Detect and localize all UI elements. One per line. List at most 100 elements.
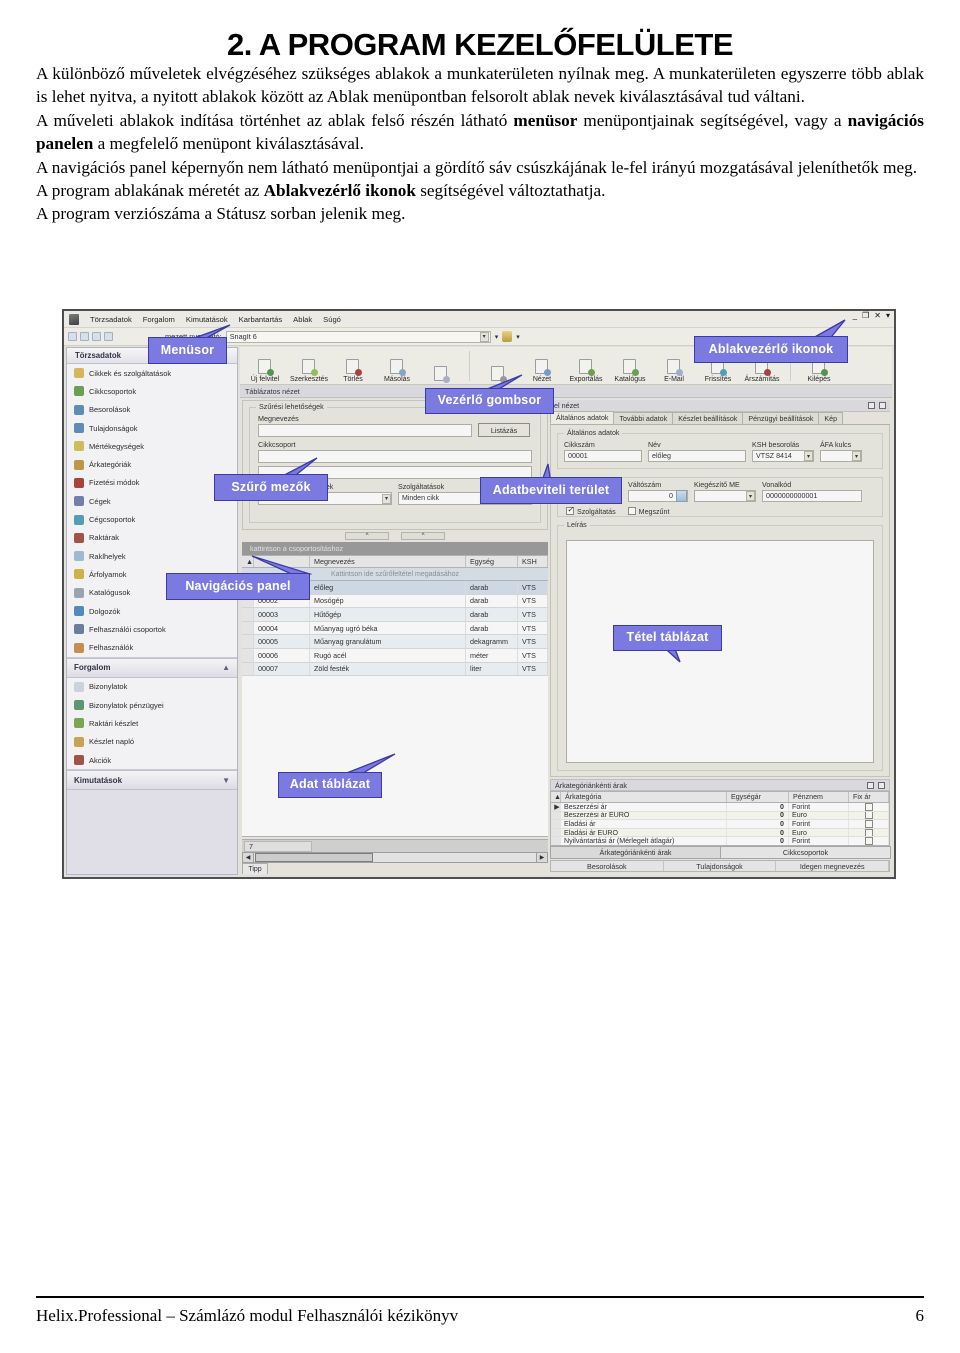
nav-item-14[interactable]: Felhasználói csoportok xyxy=(67,620,237,638)
toolbar-button-t-rl-s[interactable]: Törlés xyxy=(331,347,375,384)
status-tab-tipp[interactable]: Tipp xyxy=(242,863,268,874)
field-vonalkod-input[interactable]: 0000000000001 xyxy=(762,490,862,502)
price-row[interactable]: Beszerzési ár EURO 0 Euro xyxy=(551,811,889,821)
menu-item-torzsadatok[interactable]: Törzsadatok xyxy=(90,315,132,324)
checkbox-icon[interactable] xyxy=(864,828,873,837)
field-kiegeszito-select[interactable]: ▾ xyxy=(694,490,756,502)
checkbox-megszunt[interactable]: Megszűnt xyxy=(627,507,669,516)
nav-group-item-0-3[interactable]: Készlet napló xyxy=(67,733,237,751)
table-row[interactable]: 00006 Rugó acél méter VTS xyxy=(242,648,548,663)
printer-dropdown-extra[interactable]: ▾ xyxy=(495,333,499,341)
cell-fix[interactable] xyxy=(849,837,889,845)
nav-item-13[interactable]: Dolgozók xyxy=(67,602,237,620)
bottom-tabs[interactable]: Árkategóriánkénti árak Cikkcsoportok xyxy=(550,846,891,859)
grid-col-egyseg[interactable]: Egység xyxy=(466,556,518,567)
close-icon[interactable]: ✕ xyxy=(874,312,881,320)
pin-panel-icon[interactable] xyxy=(879,402,886,409)
toolbar-button--j-felvitel[interactable]: Új felvitel xyxy=(243,347,287,384)
chevron-down-icon[interactable]: ▾ xyxy=(746,491,755,501)
spinner-icon[interactable] xyxy=(676,490,687,502)
cell-fix[interactable] xyxy=(849,828,889,837)
field-nev-input[interactable]: előleg xyxy=(648,450,746,462)
nav-item-8[interactable]: Cégcsoportok xyxy=(67,510,237,528)
nav-item-0[interactable]: Cikkek és szolgáltatások xyxy=(67,364,237,382)
nav-item-1[interactable]: Cikkcsoportok xyxy=(67,382,237,400)
table-row[interactable]: 00003 Hűtőgép darab VTS xyxy=(242,608,548,622)
pin-panel-icon[interactable] xyxy=(878,781,885,789)
checkbox-icon[interactable] xyxy=(864,803,873,811)
detail-tab-1[interactable]: További adatok xyxy=(613,412,674,424)
price-col-arkategoria[interactable]: Árkategória xyxy=(561,792,727,802)
nav-group-0[interactable]: Forgalom ▲ xyxy=(67,657,237,678)
checkbox-icon[interactable] xyxy=(864,837,873,845)
printer-select[interactable]: SnagIt 6 ▾ xyxy=(225,330,491,343)
toolbar-button-e-mail[interactable]: E-Mail xyxy=(652,347,696,384)
quick-icon-2[interactable] xyxy=(80,332,89,341)
filter-name-input[interactable] xyxy=(258,424,472,437)
scroll-right-icon[interactable]: ▶ xyxy=(536,853,547,862)
shield-dropdown[interactable]: ▾ xyxy=(516,333,520,341)
nav-item-10[interactable]: Raklhelyek xyxy=(67,547,237,565)
table-row[interactable]: 00007 Zöld festék liter VTS xyxy=(242,662,548,677)
restore-panel-icon[interactable] xyxy=(868,402,875,409)
bottom-tab-0[interactable]: Árkategóriánkénti árak xyxy=(550,846,721,859)
checkbox-icon-unchecked[interactable] xyxy=(627,507,636,515)
shield-icon[interactable] xyxy=(502,331,513,342)
restore-panel-icon[interactable] xyxy=(867,781,874,789)
nav-group-item-0-4[interactable]: Akciók xyxy=(67,751,237,769)
horizontal-scrollbar[interactable]: ◀ ▶ xyxy=(242,852,548,863)
nav-group-1[interactable]: Kimutatások ▼ xyxy=(67,770,237,791)
sub-tab-1[interactable]: Tulajdonságok xyxy=(664,861,777,871)
description-textarea[interactable] xyxy=(566,540,874,763)
nav-item-15[interactable]: Felhasználók xyxy=(67,638,237,656)
detail-tab-2[interactable]: Készlet beállítások xyxy=(672,412,744,424)
list-button[interactable]: Listázás xyxy=(478,423,530,437)
table-row[interactable]: 00004 Műanyag ugró béka darab VTS xyxy=(242,621,548,636)
price-col-egysegar[interactable]: Egységár xyxy=(727,792,789,802)
navigation-panel[interactable]: Törzsadatok Cikkek és szolgáltatások Cikk… xyxy=(66,347,238,875)
detail-tab-4[interactable]: Kép xyxy=(818,412,844,424)
price-col-penznem[interactable]: Pénznem xyxy=(789,792,849,802)
field-valtoszam-input[interactable]: 0 xyxy=(628,490,688,502)
cell-fix[interactable] xyxy=(849,820,889,828)
collapse-up-icon[interactable]: ^ xyxy=(345,532,389,540)
field-cikkszam-input[interactable]: 00001 xyxy=(564,450,642,462)
checkbox-icon[interactable] xyxy=(864,811,873,820)
chevron-down-icon[interactable]: ▾ xyxy=(886,312,890,320)
sub-tab-0[interactable]: Besorolások xyxy=(551,861,664,871)
chevron-down-icon[interactable]: ▾ xyxy=(804,451,813,461)
price-col-fixar[interactable]: Fix ár xyxy=(849,792,889,802)
quick-icon-3[interactable] xyxy=(92,332,101,341)
price-row[interactable]: ▶ Beszerzési ár 0 Forint xyxy=(551,803,889,812)
field-afa-select[interactable]: ▾ xyxy=(820,450,862,462)
toolbar-button-m-sol-s[interactable]: Másolás xyxy=(375,347,419,384)
toolbar-button-szerkeszt-s[interactable]: Szerkesztés xyxy=(287,347,331,384)
chevron-down-icon[interactable]: ▾ xyxy=(382,493,391,504)
nav-group-item-0-0[interactable]: Bizonylatok xyxy=(67,678,237,696)
chevron-down-icon[interactable]: ▼ xyxy=(222,776,230,785)
bottom-tab-1[interactable]: Cikkcsoportok xyxy=(720,846,891,859)
scroll-left-icon[interactable]: ◀ xyxy=(243,853,254,862)
nav-item-7[interactable]: Cégek xyxy=(67,492,237,510)
price-row[interactable]: Eladási ár EURO 0 Euro xyxy=(551,828,889,838)
detail-tabs[interactable]: Általános adatok További adatok Készlet be… xyxy=(550,411,890,425)
menu-item-ablak[interactable]: Ablak xyxy=(293,315,312,324)
nav-group-item-0-1[interactable]: Bizonylatok pénzügyei xyxy=(67,696,237,714)
quick-icon-4[interactable] xyxy=(104,332,113,341)
toolbar-button-katal-gus[interactable]: Katalógus xyxy=(608,347,652,384)
table-row[interactable]: 00005 Műanyag granulátum dekagramm VTS xyxy=(242,635,548,649)
nav-group-item-0-2[interactable]: Raktári készlet xyxy=(67,714,237,732)
grid-col-ksh[interactable]: KSH xyxy=(518,556,548,567)
grid-col-megnevezes[interactable]: Megnevezés xyxy=(310,556,466,567)
checkbox-szolgaltatas[interactable]: Szolgáltatás xyxy=(566,505,616,516)
checkbox-icon-checked[interactable] xyxy=(566,505,574,515)
field-ksh-select[interactable]: VTSZ 8414 ▾ xyxy=(752,450,814,462)
restore-icon[interactable]: ❐ xyxy=(862,312,869,320)
price-row[interactable]: Eladási ár 0 Forint xyxy=(551,820,889,829)
splitter-handles[interactable]: ^ ^ xyxy=(345,532,445,540)
quick-icon-1[interactable] xyxy=(68,332,77,341)
toolbar-button-export-l-s[interactable]: Exportálás xyxy=(564,347,608,384)
cell-fix[interactable] xyxy=(849,803,889,811)
sub-tab-2[interactable]: Idegen megnevezés xyxy=(776,861,890,871)
detail-tab-0[interactable]: Általános adatok xyxy=(550,411,615,424)
